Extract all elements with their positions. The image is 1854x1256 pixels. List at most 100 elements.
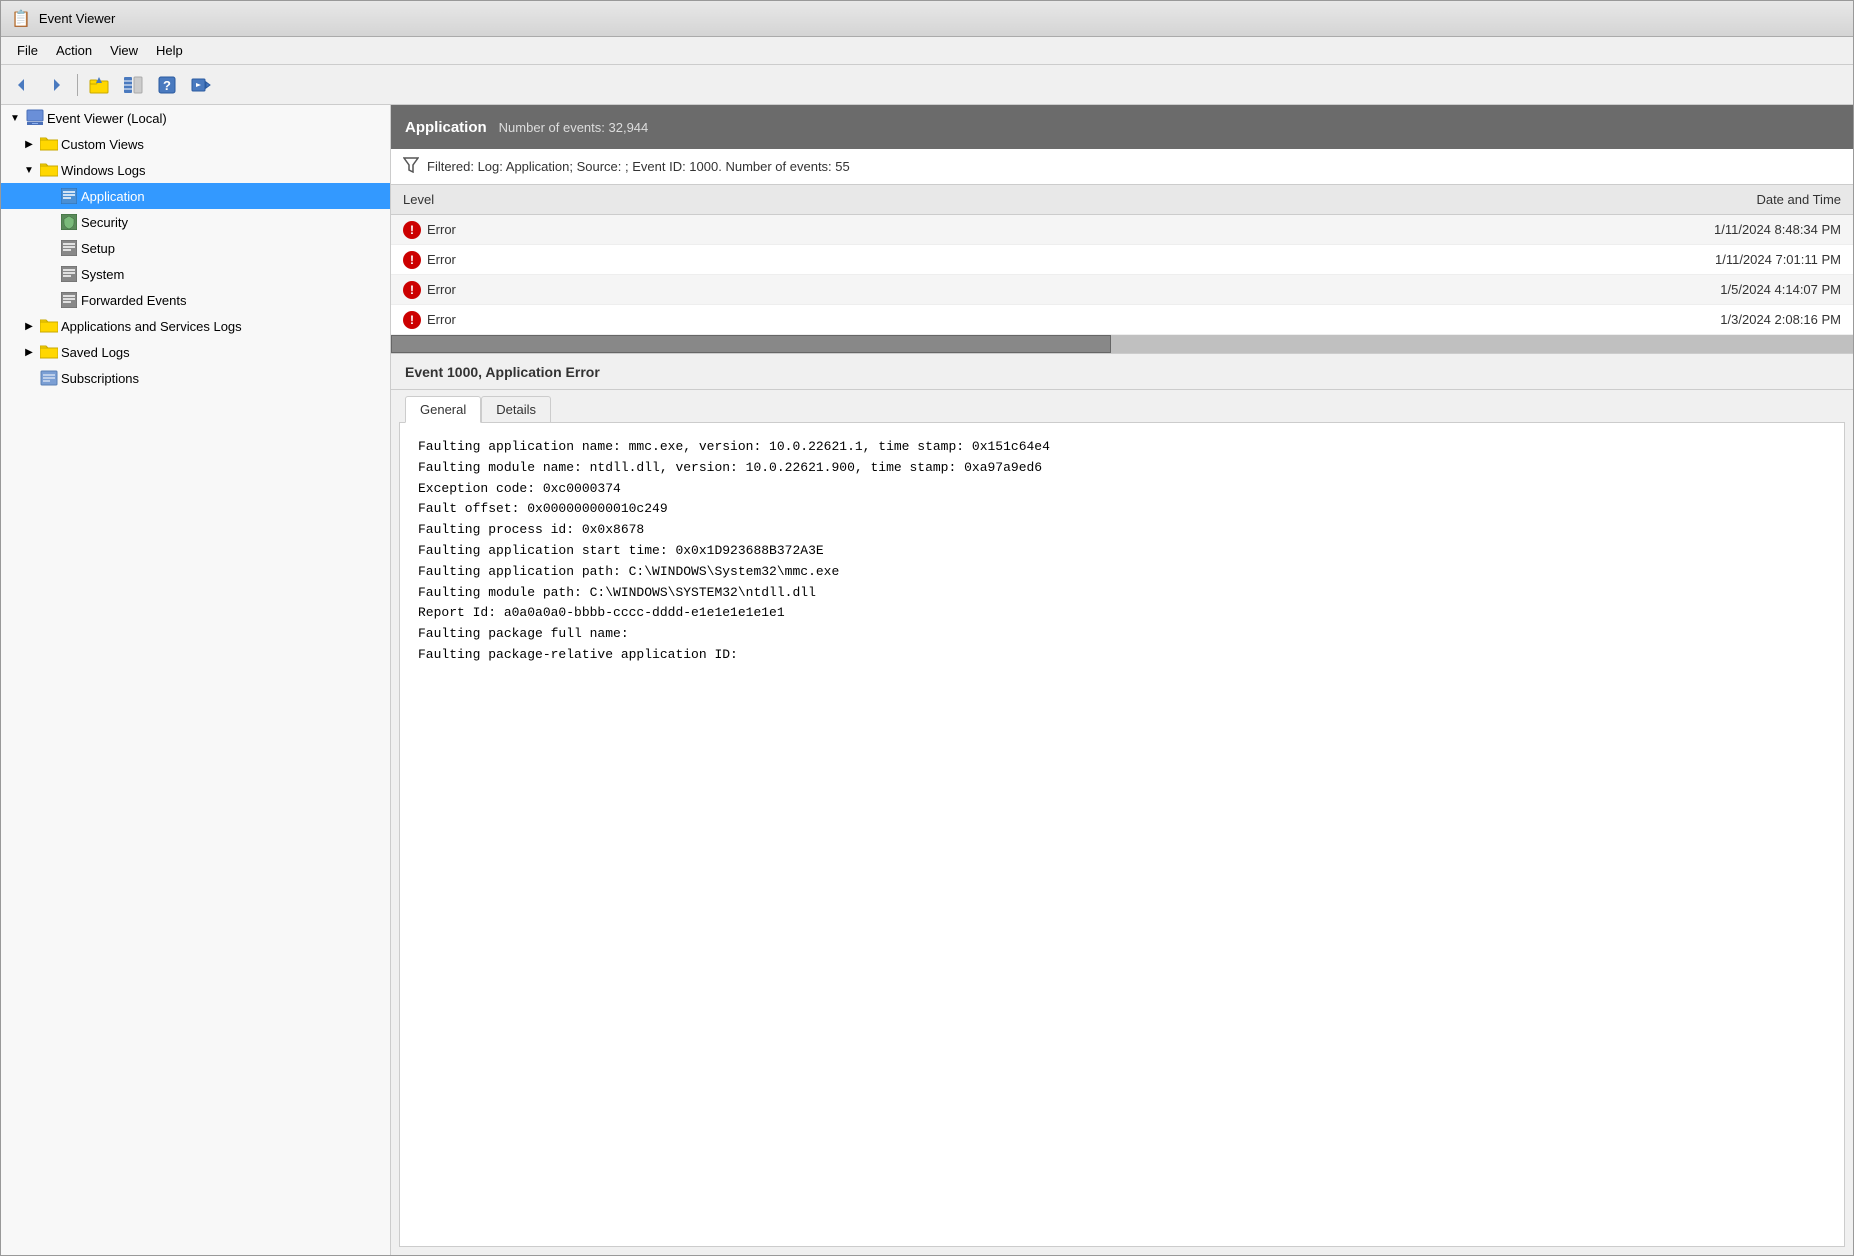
expand-app-services[interactable]: ▶	[21, 318, 37, 334]
panel-subtitle: Number of events: 32,944	[499, 120, 649, 135]
detail-line-3: Exception code: 0xc0000374	[418, 479, 1826, 500]
sidebar-item-forwarded-events[interactable]: Forwarded Events	[1, 287, 390, 313]
expand-event-viewer[interactable]: ▼	[7, 110, 23, 126]
sidebar-item-system[interactable]: System	[1, 261, 390, 287]
detail-line-10: Faulting package full name:	[418, 624, 1826, 645]
forward-button[interactable]	[41, 71, 71, 99]
tab-general[interactable]: General	[405, 396, 481, 423]
help-button[interactable]: ?	[152, 71, 182, 99]
subscriptions-icon	[40, 369, 58, 387]
expand-system[interactable]	[41, 266, 57, 282]
expand-application[interactable]	[41, 188, 57, 204]
sidebar-item-app-services-logs[interactable]: ▶ Applications and Services Logs	[1, 313, 390, 339]
table-row[interactable]: ! Error 1/11/2024 8:48:34 PM	[391, 215, 1853, 245]
sidebar-item-security[interactable]: Security	[1, 209, 390, 235]
error-icon-3: !	[403, 281, 421, 299]
up-folder-button[interactable]	[84, 71, 114, 99]
table-row[interactable]: ! Error 1/11/2024 7:01:11 PM	[391, 245, 1853, 275]
row-4-datetime: 1/3/2024 2:08:16 PM	[1641, 312, 1841, 327]
panel-header: Application Number of events: 32,944	[391, 105, 1853, 149]
expand-setup[interactable]	[41, 240, 57, 256]
sidebar-item-custom-views[interactable]: ▶ Custom Views	[1, 131, 390, 157]
svg-text:?: ?	[163, 78, 171, 93]
subscriptions-label: Subscriptions	[61, 371, 139, 386]
row-1-level-text: Error	[427, 222, 456, 237]
row-2-level: ! Error	[403, 251, 1641, 269]
table-row[interactable]: ! Error 1/5/2024 4:14:07 PM	[391, 275, 1853, 305]
row-3-level: ! Error	[403, 281, 1641, 299]
expand-forwarded-events[interactable]	[41, 292, 57, 308]
main-content: ▼ Event Viewer (Local) ▶	[1, 105, 1853, 1255]
filter-text: Filtered: Log: Application; Source: ; Ev…	[427, 159, 850, 174]
system-log-icon	[60, 265, 78, 283]
saved-logs-label: Saved Logs	[61, 345, 130, 360]
expand-custom-views[interactable]: ▶	[21, 136, 37, 152]
table-header: Level Date and Time	[391, 185, 1853, 215]
detail-line-11: Faulting package-relative application ID…	[418, 645, 1826, 666]
sidebar-item-windows-logs[interactable]: ▼ Windows Logs	[1, 157, 390, 183]
title-bar: 📋 Event Viewer	[1, 1, 1853, 37]
windows-logs-folder-icon	[40, 161, 58, 179]
expand-security[interactable]	[41, 214, 57, 230]
filter-bar: Filtered: Log: Application; Source: ; Ev…	[391, 149, 1853, 185]
horizontal-scrollbar[interactable]	[391, 335, 1853, 353]
sidebar-item-event-viewer-local[interactable]: ▼ Event Viewer (Local)	[1, 105, 390, 131]
detail-panel: Event 1000, Application Error General De…	[391, 354, 1853, 1255]
col-header-datetime: Date and Time	[1641, 192, 1841, 207]
menu-action[interactable]: Action	[48, 40, 100, 61]
row-1-level: ! Error	[403, 221, 1641, 239]
scrollbar-thumb[interactable]	[391, 335, 1111, 353]
setup-log-icon	[60, 239, 78, 257]
tab-details[interactable]: Details	[481, 396, 551, 422]
security-label: Security	[81, 215, 128, 230]
col-header-level: Level	[403, 192, 1641, 207]
security-log-icon	[60, 213, 78, 231]
window-icon: 📋	[11, 9, 31, 29]
detail-content: Faulting application name: mmc.exe, vers…	[399, 422, 1845, 1247]
panel-title: Application	[405, 119, 487, 136]
expand-saved-logs[interactable]: ▶	[21, 344, 37, 360]
detail-tabs: General Details	[391, 390, 1853, 422]
row-2-level-text: Error	[427, 252, 456, 267]
sidebar-item-application[interactable]: Application	[1, 183, 390, 209]
saved-logs-folder-icon	[40, 343, 58, 361]
error-icon-2: !	[403, 251, 421, 269]
menu-file[interactable]: File	[9, 40, 46, 61]
detail-line-5: Faulting process id: 0x0x8678	[418, 520, 1826, 541]
sidebar-item-setup[interactable]: Setup	[1, 235, 390, 261]
detail-line-6: Faulting application start time: 0x0x1D9…	[418, 541, 1826, 562]
app-services-folder-icon	[40, 317, 58, 335]
expand-subscriptions[interactable]	[21, 370, 37, 386]
sidebar-item-saved-logs[interactable]: ▶ Saved Logs	[1, 339, 390, 365]
toolbar: ?	[1, 65, 1853, 105]
sidebar-tree: ▼ Event Viewer (Local) ▶	[1, 105, 391, 1255]
system-label: System	[81, 267, 124, 282]
event-viewer-local-label: Event Viewer (Local)	[47, 111, 167, 126]
sidebar-item-subscriptions[interactable]: Subscriptions	[1, 365, 390, 391]
menu-view[interactable]: View	[102, 40, 146, 61]
show-hide-button[interactable]	[118, 71, 148, 99]
row-3-datetime: 1/5/2024 4:14:07 PM	[1641, 282, 1841, 297]
row-4-level: ! Error	[403, 311, 1641, 329]
toolbar-separator-1	[77, 74, 78, 96]
custom-views-folder-icon	[40, 135, 58, 153]
right-panel: Application Number of events: 32,944 Fil…	[391, 105, 1853, 1255]
filter-icon	[403, 157, 419, 176]
error-icon-4: !	[403, 311, 421, 329]
row-1-datetime: 1/11/2024 8:48:34 PM	[1641, 222, 1841, 237]
video-button[interactable]	[186, 71, 216, 99]
window-title: Event Viewer	[39, 11, 115, 26]
application-label: Application	[81, 189, 145, 204]
back-button[interactable]	[7, 71, 37, 99]
table-row[interactable]: ! Error 1/3/2024 2:08:16 PM	[391, 305, 1853, 335]
menu-help[interactable]: Help	[148, 40, 191, 61]
detail-line-9: Report Id: a0a0a0a0-bbbb-cccc-dddd-e1e1e…	[418, 603, 1826, 624]
expand-windows-logs[interactable]: ▼	[21, 162, 37, 178]
detail-line-1: Faulting application name: mmc.exe, vers…	[418, 437, 1826, 458]
detail-line-8: Faulting module path: C:\WINDOWS\SYSTEM3…	[418, 583, 1826, 604]
app-services-logs-label: Applications and Services Logs	[61, 319, 242, 334]
application-log-icon	[60, 187, 78, 205]
detail-header: Event 1000, Application Error	[391, 354, 1853, 390]
row-2-datetime: 1/11/2024 7:01:11 PM	[1641, 252, 1841, 267]
custom-views-label: Custom Views	[61, 137, 144, 152]
